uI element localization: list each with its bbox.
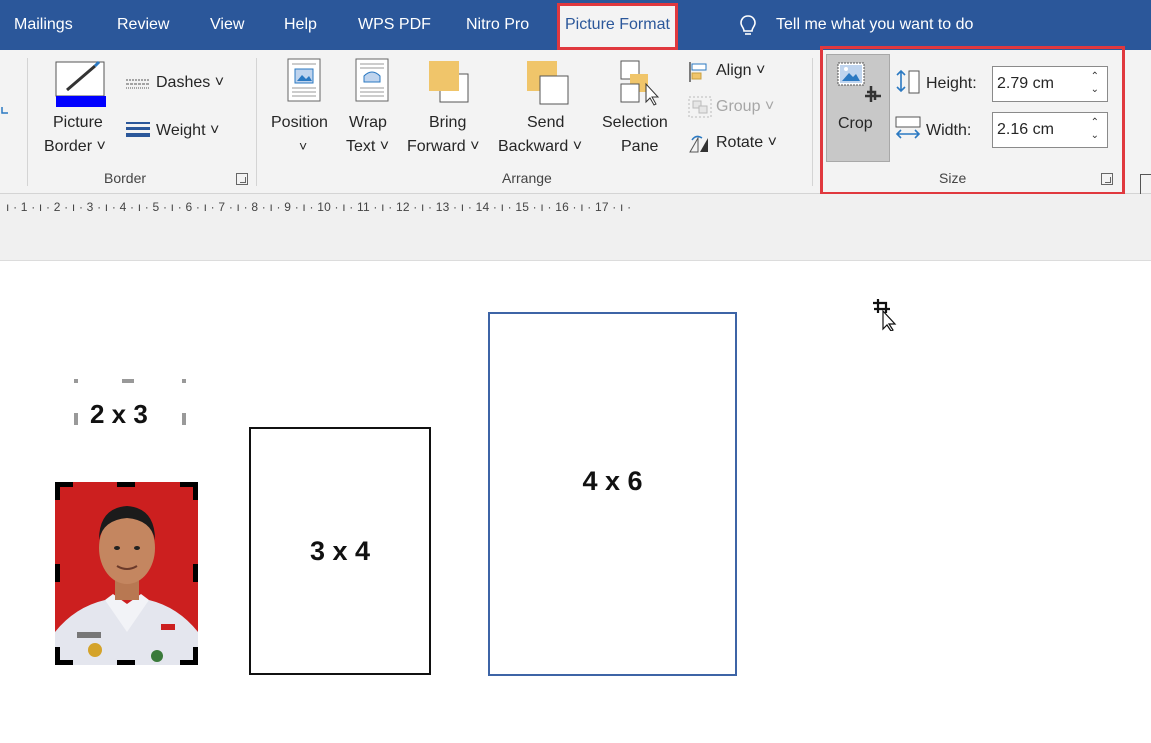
label-4x6: 4 x 6 [582,466,643,496]
label-3x4: 3 x 4 [309,535,371,566]
selection-pane-line2: Pane [621,138,659,155]
selection-pane-icon [620,60,660,106]
bring-forward-line2: Forward ˅ [407,138,480,155]
position-line2: ˅ [299,138,308,154]
picture-border-icon [55,60,106,107]
position-icon [287,58,321,102]
lightbulb-icon [740,15,756,35]
send-backward-line1: Send [527,114,565,131]
text-box-2x3[interactable]: 2 x 3 [74,379,186,429]
crop-cursor-icon [873,299,897,331]
ruler-marks: ı · 1 · ı · 2 · ı · 3 · ı · 4 · ı · 5 · … [6,200,632,214]
align-icon [689,62,707,82]
picture-border-line2: Border ˅ [44,138,106,155]
position-line1: Position [271,114,328,131]
size-group-highlight [820,46,1125,195]
picture-border-line1: Picture [53,114,103,131]
send-backward-line2: Backward ˅ [498,138,583,155]
weight-icon [126,122,150,137]
portrait-image [55,482,198,665]
bring-forward-line1: Bring [429,114,467,131]
separator [812,58,813,186]
weight-label: Weight ˅ [156,122,220,139]
tab-wps-pdf[interactable]: WPS PDF [358,0,431,50]
selection-pane-line1: Selection [602,114,668,131]
rotate-label: Rotate ˅ [716,134,777,151]
tab-nitro-pro[interactable]: Nitro Pro [466,0,529,50]
document-canvas[interactable]: 2 x 3 3 x 4 4 x 6 [0,261,1151,743]
wrap-text-line1: Wrap [349,114,387,131]
frame-3x4[interactable]: 3 x 4 [249,427,431,675]
separator [256,58,257,186]
frame-4x6[interactable]: 4 x 6 [488,312,737,676]
tab-mailings[interactable]: Mailings [14,0,73,50]
tell-me-label: Tell me what you want to do [776,16,974,33]
tab-help[interactable]: Help [284,0,317,50]
rotate-icon [689,135,708,153]
border-group-label: Border [104,170,147,186]
dashes-label: Dashes ˅ [156,74,225,91]
passport-photo[interactable] [55,482,198,665]
arrange-group-label: Arrange [502,170,552,186]
group-icon [688,96,712,118]
tab-review[interactable]: Review [117,0,169,50]
wrap-text-icon [355,58,389,102]
tab-view[interactable]: View [210,0,244,50]
wrap-text-line2: Text ˅ [346,138,390,155]
ribbon-tab-bar: Mailings Review View Help WPS PDF Nitro … [0,0,1151,50]
overflow-arrow-icon [1,107,8,114]
send-backward-icon [527,61,569,105]
horizontal-ruler[interactable]: ı · 1 · ı · 2 · ı · 3 · ı · 4 · ı · 5 · … [0,194,1151,224]
border-dialog-launcher[interactable] [236,173,248,185]
tab-picture-format[interactable]: Picture Format [557,3,678,50]
group-label: Group ˅ [716,98,775,115]
ruler-margin-strip [0,224,1151,261]
align-label: Align ˅ [716,62,766,79]
dashes-icon [126,79,150,89]
bring-forward-icon [429,61,469,103]
separator [27,58,28,186]
label-2x3: 2 x 3 [90,399,148,429]
